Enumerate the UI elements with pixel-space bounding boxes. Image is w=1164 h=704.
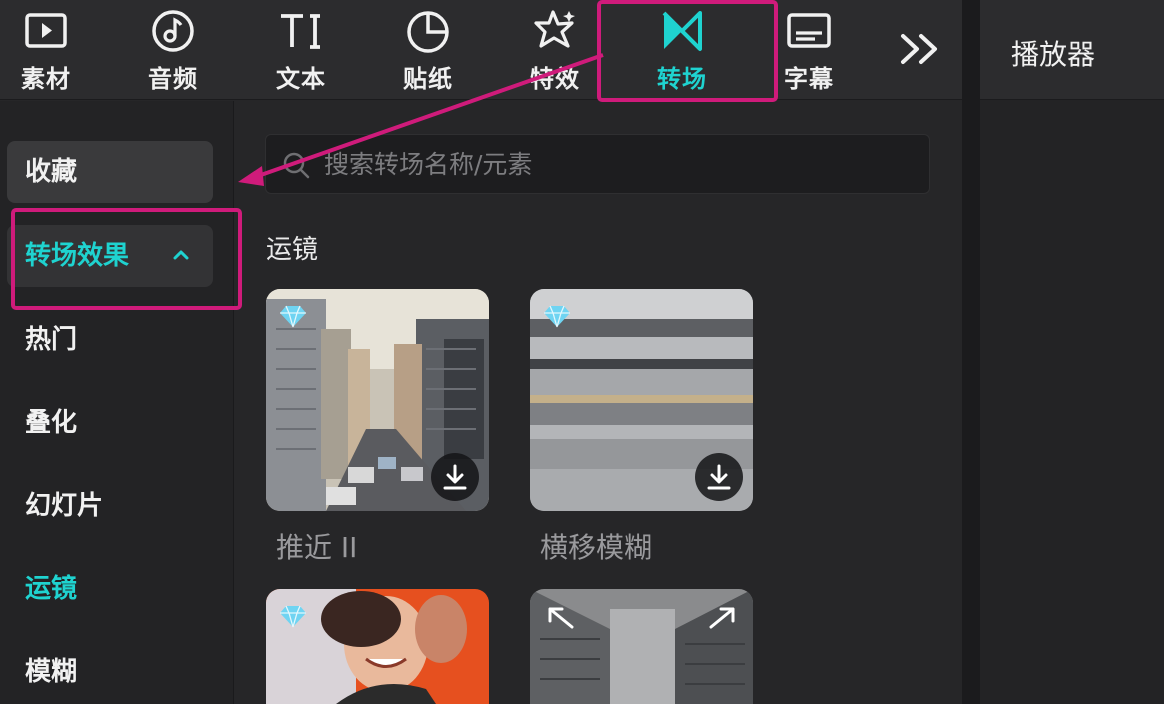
tab-label: 字幕 (784, 65, 834, 93)
tab-audio[interactable]: 音频 (118, 0, 228, 100)
download-button[interactable] (695, 453, 743, 501)
sidebar-item-popular[interactable]: 热门 (7, 309, 213, 371)
transition-card-push-in-2[interactable] (266, 289, 489, 511)
transition-library: 运镜 (235, 101, 962, 704)
card-label: 横移模糊 (540, 531, 653, 564)
sidebar-item-label: 幻灯片 (25, 491, 104, 521)
tab-label: 特效 (530, 65, 580, 93)
chevron-up-icon[interactable] (169, 243, 193, 267)
tab-label: 素材 (21, 65, 71, 93)
premium-diamond-icon (544, 305, 570, 328)
search-box (265, 134, 930, 194)
main-toolbar: 素材 音频 文本 贴纸 特效 转场 字幕 (0, 0, 962, 100)
media-icon (22, 8, 70, 54)
thumbnail-zoom-buildings (530, 589, 753, 704)
sidebar-item-blur[interactable]: 模糊 (7, 641, 213, 703)
download-icon (443, 464, 467, 490)
sidebar-item-label: 转场效果 (25, 241, 130, 271)
more-tabs-button[interactable] (895, 28, 955, 70)
player-title: 播放器 (1011, 38, 1096, 71)
transition-card-pan-blur[interactable] (530, 289, 753, 511)
tab-subtitle[interactable]: 字幕 (754, 0, 864, 100)
player-panel: 播放器 (980, 0, 1164, 704)
sticker-icon (404, 8, 452, 54)
double-chevron-right-icon (901, 34, 937, 64)
tab-text[interactable]: 文本 (246, 0, 356, 100)
sidebar-item-label: 模糊 (25, 657, 78, 687)
card-label: 推近 II (276, 531, 358, 564)
tab-transition[interactable]: 转场 (627, 0, 737, 100)
tab-sticker[interactable]: 贴纸 (373, 0, 483, 100)
search-input[interactable] (324, 135, 914, 193)
tab-label: 贴纸 (403, 65, 453, 93)
app-window: 素材 音频 文本 贴纸 特效 转场 字幕 收藏 转场效果 热门 叠化 幻灯片 运… (0, 0, 1164, 704)
transition-card-4[interactable] (530, 589, 753, 704)
sidebar-item-label: 运镜 (25, 574, 78, 604)
transition-icon (658, 8, 706, 54)
subtitle-icon (785, 8, 833, 54)
sidebar-item-label: 叠化 (25, 408, 78, 438)
search-icon (283, 152, 310, 179)
premium-diamond-icon (280, 305, 306, 328)
transition-card-3[interactable] (266, 589, 489, 704)
category-sidebar: 收藏 转场效果 热门 叠化 幻灯片 运镜 模糊 (0, 101, 234, 704)
sidebar-item-label: 热门 (25, 325, 78, 355)
download-button[interactable] (431, 453, 479, 501)
sidebar-item-label: 收藏 (25, 157, 78, 187)
tab-label: 音频 (148, 65, 198, 93)
sidebar-item-slideshow[interactable]: 幻灯片 (7, 475, 213, 537)
sidebar-item-dissolve[interactable]: 叠化 (7, 392, 213, 454)
sidebar-item-favorites[interactable]: 收藏 (7, 141, 213, 203)
resource-panel: 素材 音频 文本 贴纸 特效 转场 字幕 收藏 转场效果 热门 叠化 幻灯片 运… (0, 0, 962, 704)
sidebar-item-transition-effects[interactable]: 转场效果 (7, 225, 213, 287)
text-icon (277, 8, 325, 54)
tab-label: 转场 (657, 65, 707, 93)
tab-label: 文本 (276, 65, 326, 93)
download-icon (707, 464, 731, 490)
audio-icon (149, 8, 197, 54)
sidebar-item-camera-movement[interactable]: 运镜 (7, 558, 213, 620)
tab-effects[interactable]: 特效 (500, 0, 610, 100)
player-header: 播放器 (980, 0, 1164, 100)
premium-diamond-icon (280, 605, 306, 628)
section-title: 运镜 (266, 235, 319, 265)
tab-media[interactable]: 素材 (0, 0, 101, 100)
effects-icon (531, 8, 579, 54)
